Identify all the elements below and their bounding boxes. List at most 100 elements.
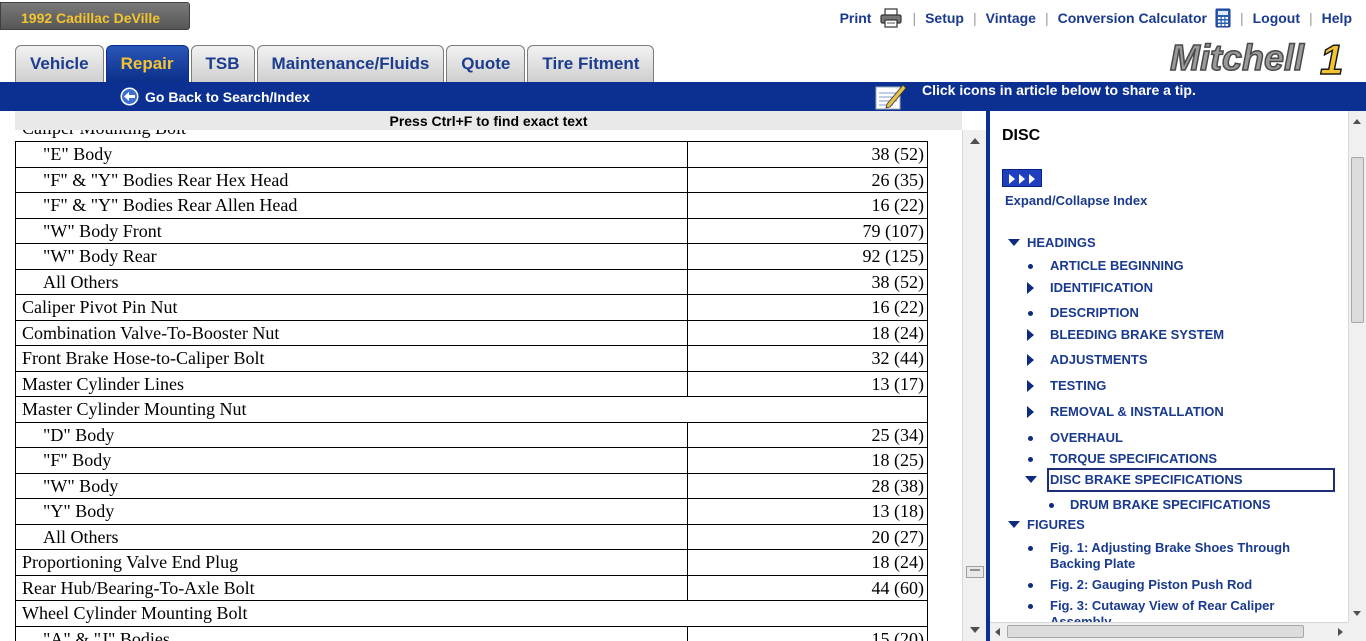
- spec-value-cell: 13 (18): [687, 498, 928, 525]
- index-heading-link[interactable]: IDENTIFICATION: [1050, 280, 1153, 296]
- expand-collapse-link[interactable]: Expand/Collapse Index: [1005, 193, 1147, 208]
- expand-arrow-icon[interactable]: [1027, 329, 1034, 341]
- index-heading-link[interactable]: BLEEDING BRAKE SYSTEM: [1050, 327, 1224, 343]
- table-row: Wheel Cylinder Mounting Bolt: [15, 600, 928, 627]
- separator: |: [1239, 10, 1244, 26]
- index-heading-link[interactable]: OVERHAUL: [1050, 430, 1123, 446]
- headings-collapse-icon[interactable]: [1008, 239, 1020, 246]
- expand-collapse-button[interactable]: [1002, 169, 1042, 187]
- scrollbar-corner: [1348, 622, 1366, 641]
- scroll-down-icon[interactable]: [970, 627, 980, 633]
- spec-name-cell: "W" Body Front: [15, 217, 688, 244]
- table-row: "Y" Body 13 (18): [15, 498, 928, 525]
- spec-value-cell: 44 (60): [687, 574, 928, 601]
- article-scrollbar[interactable]: [962, 130, 986, 641]
- nav-bar: Go Back to Search/Index Click icons in a…: [0, 82, 1366, 111]
- table-row: "A" & "J" Bodies 15 (20): [15, 625, 928, 641]
- spec-name-cell: Front Brake Hose-to-Caliper Bolt: [15, 345, 688, 372]
- find-hint-bar: Press Ctrl+F to find exact text: [15, 111, 962, 130]
- expand-arrow-icon[interactable]: [1027, 380, 1034, 392]
- scroll-down-icon[interactable]: [1353, 611, 1361, 616]
- bullet-icon: [1028, 311, 1033, 316]
- index-scrollbar[interactable]: [1348, 111, 1366, 622]
- back-arrow-icon[interactable]: [120, 87, 139, 106]
- spec-value-cell: 15 (20): [687, 625, 928, 641]
- index-heading-link[interactable]: DESCRIPTION: [1050, 305, 1139, 321]
- tab-tire-fitment[interactable]: Tire Fitment: [527, 45, 655, 82]
- calculator-icon[interactable]: [1215, 8, 1231, 28]
- conversion-calculator-link[interactable]: Conversion Calculator: [1058, 10, 1207, 26]
- index-heading-link[interactable]: REMOVAL & INSTALLATION: [1050, 404, 1224, 420]
- vintage-link[interactable]: Vintage: [986, 10, 1036, 26]
- help-link[interactable]: Help: [1322, 10, 1352, 26]
- tab-repair[interactable]: Repair: [105, 45, 189, 82]
- table-row: Master Cylinder Mounting Nut: [15, 396, 928, 423]
- index-heading-link[interactable]: DRUM BRAKE SPECIFICATIONS: [1070, 497, 1271, 513]
- bullet-icon: [1028, 604, 1033, 609]
- top-bar: 1992 Cadillac DeVille Print | Setup | Vi…: [0, 0, 1366, 44]
- scroll-right-icon[interactable]: [1338, 628, 1343, 636]
- index-scroll-thumb[interactable]: [1351, 157, 1364, 323]
- index-horizontal-scrollbar[interactable]: [990, 622, 1348, 641]
- svg-text:1: 1: [1320, 36, 1343, 78]
- scroll-thumb[interactable]: [966, 566, 984, 578]
- setup-link[interactable]: Setup: [925, 10, 964, 26]
- index-title: DISC: [1002, 127, 1041, 144]
- print-link[interactable]: Print: [840, 10, 872, 26]
- scroll-up-icon[interactable]: [1353, 119, 1361, 124]
- spec-value-cell: 20 (27): [687, 523, 928, 550]
- collapse-arrow-icon[interactable]: [1025, 476, 1037, 483]
- tab-maintenance-fluids[interactable]: Maintenance/Fluids: [256, 45, 445, 82]
- spec-name-cell: Rear Hub/Bearing-To-Axle Bolt: [15, 574, 688, 601]
- index-figure-link[interactable]: Fig. 1: Adjusting Brake Shoes Through Ba…: [1050, 540, 1330, 572]
- spec-value-cell: 32 (44): [687, 345, 928, 372]
- go-back-link[interactable]: Go Back to Search/Index: [120, 87, 310, 106]
- tab-vehicle[interactable]: Vehicle: [15, 45, 104, 82]
- index-heading-link[interactable]: ARTICLE BEGINNING: [1050, 258, 1184, 274]
- index-heading-link[interactable]: TESTING: [1050, 378, 1106, 394]
- expand-arrow-icon[interactable]: [1027, 354, 1034, 366]
- bullet-icon: [1028, 457, 1033, 462]
- table-row: All Others 20 (27): [15, 523, 928, 550]
- spec-value-cell: 38 (52): [687, 141, 928, 168]
- index-hscroll-thumb[interactable]: [1007, 625, 1304, 638]
- expand-arrow-icon[interactable]: [1027, 282, 1034, 294]
- logout-link[interactable]: Logout: [1253, 10, 1300, 26]
- main-tabs: Vehicle Repair TSB Maintenance/Fluids Qu…: [15, 45, 656, 82]
- index-figures-label[interactable]: FIGURES: [1027, 517, 1085, 533]
- index-heading-link[interactable]: TORQUE SPECIFICATIONS: [1050, 451, 1217, 467]
- vehicle-title[interactable]: 1992 Cadillac DeVille: [0, 2, 190, 30]
- table-row: Caliper Pivot Pin Nut 16 (22): [15, 294, 928, 321]
- figures-collapse-icon[interactable]: [1008, 521, 1020, 528]
- bullet-icon: [1028, 583, 1033, 588]
- go-back-label[interactable]: Go Back to Search/Index: [145, 89, 310, 105]
- spec-name-cell: All Others: [15, 523, 688, 550]
- tab-tsb[interactable]: TSB: [190, 45, 255, 82]
- table-row: "W" Body Rear 92 (125): [15, 243, 928, 270]
- spec-name-cell: "W" Body Rear: [15, 243, 688, 270]
- spec-value-cell: 18 (25): [687, 447, 928, 474]
- index-heading-link[interactable]: ADJUSTMENTS: [1050, 352, 1148, 368]
- expand-arrow-icon[interactable]: [1027, 406, 1034, 418]
- spec-name-cell: "F" & "Y" Bodies Rear Hex Head: [15, 166, 688, 193]
- spec-value-cell: 13 (17): [687, 370, 928, 397]
- tip-notepad-icon[interactable]: [873, 82, 909, 111]
- scroll-left-icon[interactable]: [995, 628, 1000, 636]
- table-row: "F" & "Y" Bodies Rear Allen Head 16 (22): [15, 192, 928, 219]
- separator: |: [1044, 10, 1049, 26]
- spec-value-cell: 18 (24): [687, 549, 928, 576]
- spec-group-label: Master Cylinder Mounting Nut: [15, 396, 928, 423]
- table-row: Proportioning Valve End Plug 18 (24): [15, 549, 928, 576]
- table-row: "D" Body 25 (34): [15, 421, 928, 448]
- spec-name-cell: All Others: [15, 268, 688, 295]
- index-figure-link[interactable]: Fig. 2: Gauging Piston Push Rod: [1050, 577, 1330, 593]
- index-headings-label[interactable]: HEADINGS: [1027, 235, 1096, 251]
- scroll-up-icon[interactable]: [970, 138, 980, 144]
- table-row: "W" Body Front 79 (107): [15, 217, 928, 244]
- printer-icon[interactable]: [879, 8, 903, 28]
- separator: |: [912, 10, 917, 26]
- spec-value-cell: 16 (22): [687, 294, 928, 321]
- bullet-icon: [1028, 546, 1033, 551]
- spec-name-cell: Caliper Pivot Pin Nut: [15, 294, 688, 321]
- tab-quote[interactable]: Quote: [446, 45, 526, 82]
